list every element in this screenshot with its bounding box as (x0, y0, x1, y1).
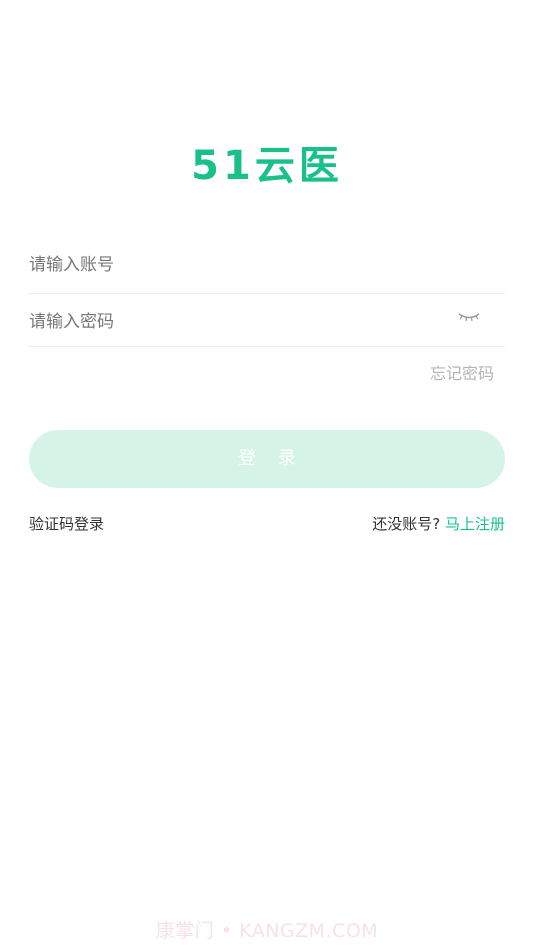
app-logo: 51云医 (191, 143, 343, 189)
login-button[interactable]: 登 录 (29, 430, 505, 488)
no-account-prompt: 还没账号? (372, 515, 441, 533)
register-row: 还没账号? 马上注册 (372, 513, 505, 534)
account-field (29, 236, 505, 294)
eye-closed-icon[interactable] (457, 310, 481, 324)
password-input[interactable] (29, 294, 449, 350)
password-field (29, 294, 505, 350)
sms-login-link[interactable]: 验证码登录 (29, 513, 104, 534)
watermark: 康掌门 • KANGZM.COM (155, 920, 379, 942)
forgot-password-link[interactable]: 忘记密码 (430, 360, 494, 384)
register-link[interactable]: 马上注册 (445, 515, 505, 533)
account-input[interactable] (29, 236, 449, 293)
